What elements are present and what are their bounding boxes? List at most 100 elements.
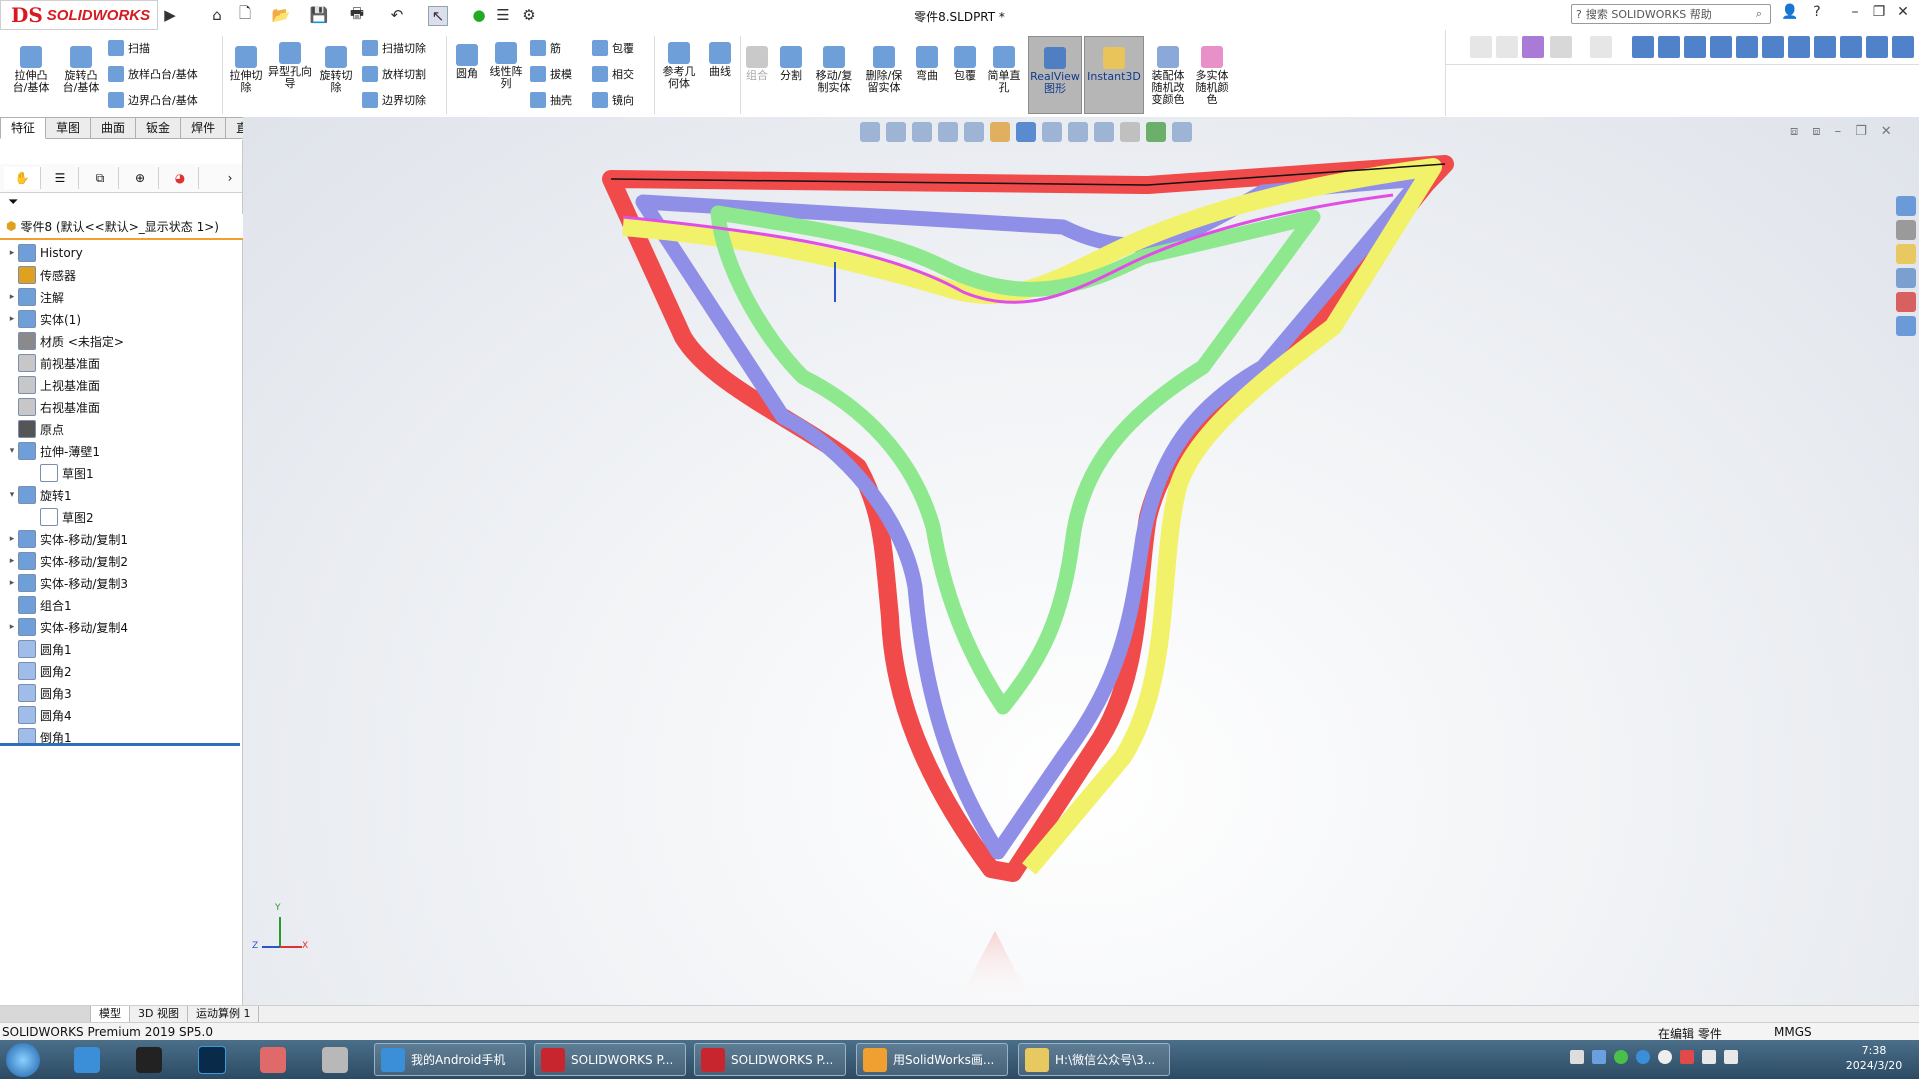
user-icon[interactable]: 👤 [1779,4,1801,24]
restore-icon[interactable]: ❐ [1868,4,1890,24]
expand-caret-icon[interactable]: ▸ [6,556,18,566]
filter-bodies-icon[interactable] [1736,36,1758,58]
tray-qq-icon[interactable] [1636,1050,1650,1064]
multi-body-color-button[interactable]: 多实体随机颜色 [1192,46,1232,106]
instant3d-button[interactable]: Instant3D [1084,36,1144,114]
extrude-cut-button[interactable]: 拉伸切除 [226,46,266,94]
taskbar-window-4[interactable]: H:\微信公众号\3... [1018,1043,1170,1076]
filter-faces-icon[interactable] [1684,36,1706,58]
tree-item[interactable]: ▸ 实体-移动/复制1 [0,529,246,549]
wrap-button[interactable]: 包覆 [592,40,634,56]
tab-1[interactable]: 草图 [46,117,92,139]
taskbar-window-0[interactable]: 我的Android手机 [374,1043,526,1076]
tree-item[interactable]: 右视基准面 [0,397,246,417]
pinned-app-5[interactable] [322,1043,348,1076]
expand-caret-icon[interactable]: ▸ [6,578,18,588]
tree-item[interactable]: 草图1 [0,463,268,483]
model-tab-2[interactable]: 运动算例 1 [188,1006,260,1022]
shell-button[interactable]: 抽壳 [530,92,572,108]
tree-item[interactable]: ▸ 实体-移动/复制2 [0,551,246,571]
display-manager-tab[interactable]: ◕ [162,167,199,189]
filter-icon[interactable] [1470,36,1492,58]
property-manager-tab[interactable]: ☰ [42,167,79,189]
revolve-cut-button[interactable]: 旋转切除 [316,46,356,94]
sweep-button[interactable]: 扫描 [108,40,150,56]
minimize-icon[interactable]: – [1844,4,1866,24]
tree-item[interactable]: ▾ 拉伸-薄壁1 [0,441,246,461]
tray-bluetooth-icon[interactable] [1592,1050,1606,1064]
configuration-manager-tab[interactable]: ⧉ [82,167,119,189]
tab-4[interactable]: 焊件 [181,117,227,139]
boundary-cut-button[interactable]: 边界切除 [362,92,426,108]
filter-points-icon[interactable] [1840,36,1862,58]
filter-surfaces-icon[interactable] [1710,36,1732,58]
expand-caret-icon[interactable]: ▸ [6,248,18,258]
extrude-boss-button[interactable]: 拉伸凸台/基体 [8,46,54,94]
filter-toggle-icon[interactable] [1496,36,1518,58]
boundary-boss-button[interactable]: 边界凸台/基体 [108,92,198,108]
filter-vertices-icon[interactable] [1632,36,1654,58]
part-root-node[interactable]: ⬢ 零件8 (默认<<默认>_显示状态 1>) [0,214,248,240]
clear-filter-icon[interactable] [1590,36,1612,58]
hole-wizard-button[interactable]: 异型孔向导 [268,42,312,90]
tree-item[interactable]: ▸ 实体-移动/复制4 [0,617,246,637]
taskbar-window-3[interactable]: 用SolidWorks画... [856,1043,1008,1076]
realview-button[interactable]: RealView图形 [1028,36,1082,114]
model-tab-0[interactable]: 模型 [91,1006,130,1022]
help-search[interactable]: ? 搜索 SOLIDWORKS 帮助 ⌕ [1571,4,1771,24]
status-units[interactable]: MMGS [1774,1025,1812,1039]
sweep-cut-button[interactable]: 扫描切除 [362,40,426,56]
tree-item[interactable]: ▸ 实体(1) [0,309,246,329]
tab-3[interactable]: 钣金 [136,117,182,139]
select-arrow-icon[interactable] [1550,36,1572,58]
draft-button[interactable]: 拔模 [530,66,572,82]
filter-active-icon[interactable] [1522,36,1544,58]
tree-item[interactable]: 圆角2 [0,661,246,681]
start-button[interactable] [6,1042,40,1077]
tab-0[interactable]: 特征 [0,117,47,139]
tray-volume-icon[interactable] [1702,1050,1716,1064]
filter-sketch-icon[interactable] [1814,36,1836,58]
expand-caret-icon[interactable]: ▾ [6,490,18,500]
loft-cut-button[interactable]: 放样切割 [362,66,426,82]
intersect-button[interactable]: 相交 [592,66,634,82]
dimxpert-tab[interactable]: ⊕ [122,167,159,189]
taskbar-window-2[interactable]: SOLIDWORKS P... [694,1043,846,1076]
delete-keep-body-button[interactable]: 删除/保留实体 [862,46,906,94]
rib-button[interactable]: 筋 [530,40,561,56]
tree-item[interactable]: 上视基准面 [0,375,246,395]
tree-item[interactable]: ▸ History [0,243,246,263]
tree-item[interactable]: 草图2 [0,507,268,527]
tree-item[interactable]: ▸ 实体-移动/复制3 [0,573,246,593]
loft-boss-button[interactable]: 放样凸台/基体 [108,66,198,82]
tab-scroll-arrows[interactable] [0,1006,91,1022]
linear-pattern-button[interactable]: 线性阵列 [486,42,526,90]
search-icon[interactable]: ⌕ [1756,7,1762,21]
filter-dimensions-icon[interactable] [1866,36,1888,58]
tray-network-icon[interactable] [1658,1050,1672,1064]
tray-icon[interactable] [1570,1050,1584,1064]
flex-button[interactable]: 弯曲 [912,46,942,82]
reference-geometry-button[interactable]: 参考几何体 [658,42,700,90]
fillet-button[interactable]: 圆角 [450,44,484,80]
move-copy-body-button[interactable]: 移动/复制实体 [812,46,856,94]
3d-model-view[interactable] [243,117,1919,1005]
expand-caret-icon[interactable]: ▸ [6,314,18,324]
tree-item[interactable]: ▾ 旋转1 [0,485,246,505]
tray-wechat-icon[interactable] [1614,1050,1628,1064]
mirror-button[interactable]: 镜向 [592,92,634,108]
model-tab-1[interactable]: 3D 视图 [130,1006,188,1022]
tree-item[interactable]: 原点 [0,419,246,439]
tree-item[interactable]: 前视基准面 [0,353,246,373]
revolve-boss-button[interactable]: 旋转凸台/基体 [58,46,104,94]
tray-security-icon[interactable] [1680,1050,1694,1064]
tree-item[interactable]: 传感器 [0,265,246,285]
filter-funnel-icon[interactable]: ⏷ [8,195,18,210]
tree-item[interactable]: 组合1 [0,595,246,615]
tree-item[interactable]: 材质 <未指定> [0,331,246,351]
rollback-bar[interactable] [0,743,240,746]
tree-item[interactable]: 圆角4 [0,705,246,725]
expand-caret-icon[interactable]: ▸ [6,534,18,544]
tab-2[interactable]: 曲面 [91,117,137,139]
tree-item[interactable]: 圆角1 [0,639,246,659]
